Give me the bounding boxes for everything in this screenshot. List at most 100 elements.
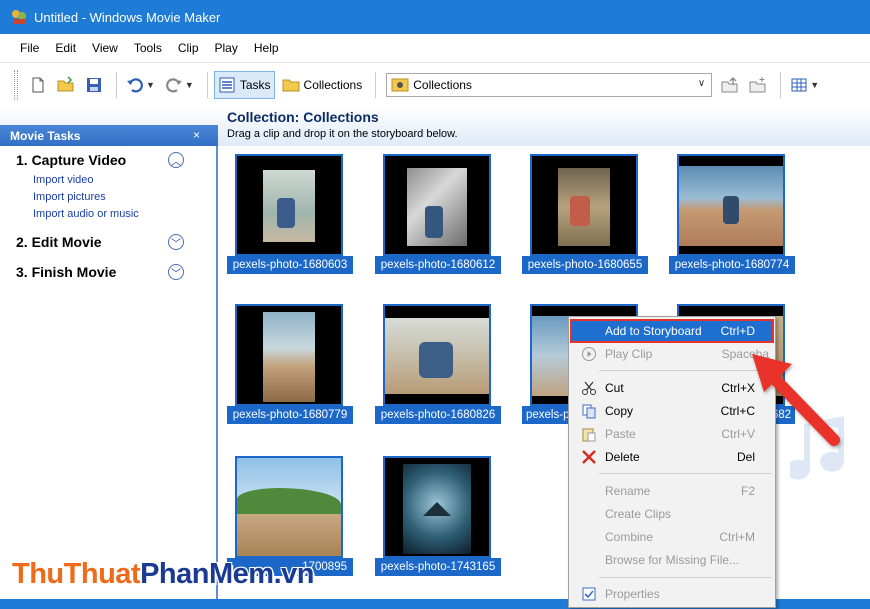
menu-item-shortcut: F2 [740, 484, 755, 498]
toolbar-grip[interactable] [14, 69, 18, 100]
edit-movie-section-title[interactable]: 2. Edit Movie [16, 234, 102, 250]
toolbar-separator [375, 71, 377, 98]
menu-item-label: Combine [605, 530, 654, 544]
clip-thumbnail[interactable] [530, 154, 638, 256]
movie-tasks-title: Movie Tasks [10, 128, 81, 143]
paste-icon [582, 428, 596, 442]
redo-button[interactable]: ▼ [162, 71, 197, 99]
save-project-button[interactable] [82, 71, 106, 99]
menu-item-label: Paste [605, 427, 636, 441]
menu-item-label: Create Clips [605, 507, 672, 521]
combine-menu-item[interactable]: Combine Ctrl+M [571, 526, 773, 548]
menu-edit[interactable]: Edit [55, 41, 76, 55]
menu-bar: File Edit View Tools Clip Play Help [0, 34, 870, 62]
movie-tasks-pane: 1. Capture Video ︿ Import video Import p… [0, 146, 218, 599]
chevron-down-icon[interactable]: ﹀ [168, 234, 184, 250]
undo-button[interactable]: ▼ [123, 71, 158, 99]
menu-item-label: Cut [605, 381, 624, 395]
clip-thumbnail[interactable] [677, 154, 785, 256]
views-dropdown-icon[interactable]: ▼ [810, 80, 819, 90]
menu-item-label: Rename [605, 484, 651, 498]
new-project-button[interactable] [26, 71, 50, 99]
chevron-down-icon: ∨ [697, 77, 706, 89]
redo-icon [165, 77, 182, 92]
properties-menu-item[interactable]: Properties [571, 583, 773, 605]
movie-tasks-header: Movie Tasks × [0, 125, 218, 146]
clip-thumbnail[interactable] [235, 154, 343, 256]
new-file-icon [32, 77, 44, 92]
clip-thumbnail[interactable] [383, 456, 491, 558]
menu-tools[interactable]: Tools [134, 41, 162, 55]
menu-item-label: Delete [605, 450, 640, 464]
tasks-label: Tasks [239, 77, 271, 92]
up-folder-icon [721, 76, 738, 92]
menu-file[interactable]: File [20, 41, 39, 55]
clip-label[interactable]: pexels-photo-1680774 [669, 256, 795, 274]
open-folder-icon [57, 75, 74, 91]
import-pictures-link[interactable]: Import pictures [33, 191, 106, 203]
browse-missing-file-menu-item[interactable]: Browse for Missing File... [571, 549, 773, 571]
blank-icon [581, 529, 597, 545]
collections-combo-value: Collections [413, 77, 472, 92]
menu-separator [599, 473, 771, 474]
chevron-up-icon[interactable]: ︿ [168, 152, 184, 168]
views-button[interactable]: ▼ [787, 71, 822, 99]
clip-label[interactable]: pexels-photo-1680826 [375, 406, 501, 424]
blank-icon [581, 552, 597, 568]
watermark-part2: PhanMem [140, 558, 274, 590]
undo-dropdown-icon[interactable]: ▼ [146, 80, 155, 90]
clip-label[interactable]: pexels-photo-1743165 [375, 558, 501, 576]
collections-label: Collections [303, 77, 363, 92]
clip-thumbnail[interactable] [383, 154, 491, 256]
menu-separator [599, 577, 771, 578]
clip-label[interactable]: pexels-photo-1680612 [375, 256, 501, 274]
window-title: Untitled - Windows Movie Maker [34, 9, 221, 25]
open-project-button[interactable] [54, 71, 78, 99]
scissors-icon [582, 381, 596, 395]
menu-item-shortcut: Ctrl+M [719, 530, 755, 544]
undo-icon [127, 77, 143, 92]
title-bar: Untitled - Windows Movie Maker [0, 0, 870, 34]
collections-button[interactable]: Collections [279, 71, 366, 99]
clip-thumbnail[interactable] [235, 456, 343, 558]
toolbar-separator [780, 71, 782, 98]
up-level-button[interactable] [718, 71, 742, 99]
clip-label[interactable]: pexels-photo-1680779 [227, 406, 353, 424]
menu-item-label: Browse for Missing File... [605, 553, 740, 567]
collection-icon [391, 78, 409, 91]
blank-icon [581, 483, 597, 499]
import-audio-link[interactable]: Import audio or music [33, 208, 139, 220]
collections-dropdown[interactable]: Collections ∨ [386, 72, 713, 97]
clip-thumbnail[interactable] [383, 304, 491, 406]
movie-maker-app-icon [10, 8, 28, 26]
menu-play[interactable]: Play [215, 41, 238, 55]
clip-label[interactable]: pexels-photo-1680603 [227, 256, 353, 274]
menu-clip[interactable]: Clip [178, 41, 199, 55]
finish-movie-section-title[interactable]: 3. Finish Movie [16, 264, 116, 280]
menu-help[interactable]: Help [254, 41, 279, 55]
chevron-down-icon[interactable]: ﹀ [168, 264, 184, 280]
rename-menu-item[interactable]: Rename F2 [571, 480, 773, 502]
copy-icon [582, 404, 596, 419]
clip-thumbnail[interactable] [235, 304, 343, 406]
close-icon[interactable]: × [193, 128, 200, 142]
create-clips-menu-item[interactable]: Create Clips [571, 503, 773, 525]
collection-title: Collection: Collections [227, 109, 379, 125]
menu-item-label: Play Clip [605, 347, 653, 361]
import-video-link[interactable]: Import video [33, 174, 94, 186]
clip-label[interactable]: pexels-photo-1680655 [522, 256, 648, 274]
toolbar-separator [206, 71, 208, 98]
grid-view-icon [791, 78, 807, 91]
redo-dropdown-icon[interactable]: ▼ [185, 80, 194, 90]
new-folder-icon [749, 76, 766, 92]
collection-subtitle: Drag a clip and drop it on the storyboar… [227, 128, 458, 140]
watermark-part3: .vn [273, 558, 315, 590]
menu-item-label: Copy [605, 404, 634, 418]
menu-view[interactable]: View [92, 41, 118, 55]
menu-item-label: Properties [605, 587, 660, 601]
watermark-logo: ThuThuatPhanMem.vn [12, 558, 314, 591]
capture-video-section-title[interactable]: 1. Capture Video [16, 152, 126, 168]
new-collection-button[interactable] [746, 71, 770, 99]
red-arrow-annotation-icon [752, 354, 840, 446]
tasks-button[interactable]: Tasks [213, 70, 275, 99]
